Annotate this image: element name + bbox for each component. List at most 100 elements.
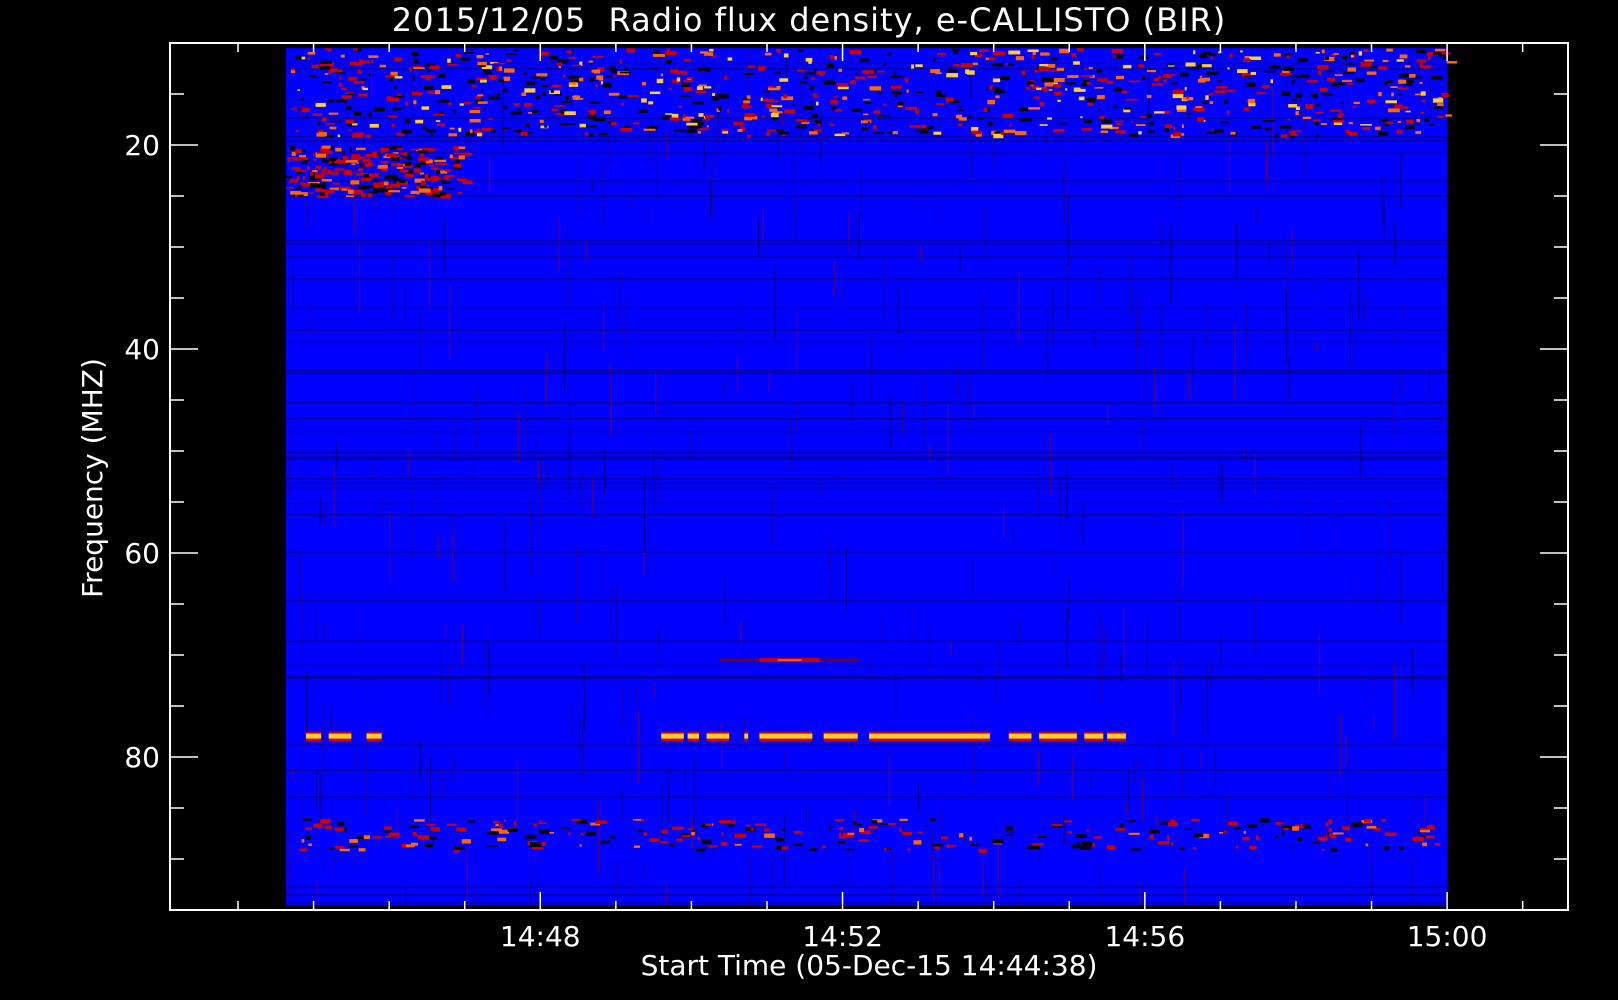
noise-streak — [1038, 846, 1041, 868]
feature-mark — [551, 108, 558, 112]
feature-mark — [394, 95, 405, 98]
noise-streak — [848, 210, 850, 253]
feature-mark — [767, 87, 780, 91]
noise-streak — [658, 629, 660, 643]
feature-mark — [1281, 91, 1291, 96]
feature-mark — [295, 186, 302, 190]
feature-mark — [315, 102, 326, 107]
feature-mark — [461, 839, 471, 844]
feature-mark — [404, 118, 410, 124]
feature-mark — [899, 827, 902, 832]
feature-mark — [799, 80, 808, 84]
feature-mark — [619, 71, 631, 74]
feature-mark — [849, 49, 861, 55]
feature-mark — [428, 164, 435, 167]
noise-streak — [1400, 553, 1402, 626]
feature-mark — [488, 74, 497, 80]
noise-streak — [536, 439, 539, 450]
noise-streak — [1156, 164, 1159, 180]
feature-mark — [1236, 69, 1248, 74]
feature-mark — [929, 818, 936, 821]
feature-mark — [342, 163, 350, 165]
feature-mark — [1312, 841, 1319, 844]
feature-mark — [734, 833, 746, 838]
feature-mark — [368, 55, 379, 58]
noise-streak — [299, 551, 301, 601]
feature-mark — [449, 127, 455, 130]
feature-mark — [878, 114, 890, 117]
feature-mark — [1243, 830, 1247, 834]
feature-mark — [420, 153, 424, 157]
feature-mark — [674, 129, 686, 132]
feature-mark — [1347, 132, 1358, 136]
noise-streak — [1383, 200, 1385, 238]
feature-mark — [345, 160, 358, 163]
feature-mark — [588, 101, 600, 104]
noise-streak — [982, 850, 984, 897]
feature-mark — [1146, 114, 1153, 118]
noise-streak — [684, 769, 686, 791]
feature-mark — [345, 106, 352, 110]
noise-line — [285, 796, 1448, 798]
feature-mark — [525, 80, 536, 86]
feature-mark — [1064, 820, 1072, 823]
feature-mark — [803, 76, 808, 79]
feature-mark — [409, 67, 412, 72]
feature-mark — [351, 163, 356, 165]
feature-mark — [653, 53, 666, 57]
feature-mark — [702, 839, 712, 845]
noise-streak — [1411, 856, 1413, 905]
feature-mark — [606, 81, 609, 85]
feature-mark — [792, 103, 795, 106]
noise-streak — [537, 460, 539, 485]
feature-mark — [1208, 93, 1214, 96]
feature-mark — [1121, 90, 1127, 94]
noise-streak — [942, 806, 944, 875]
carrier-segment-core — [1039, 733, 1077, 739]
feature-mark — [389, 176, 398, 179]
feature-mark — [887, 130, 893, 134]
feature-mark — [686, 122, 698, 126]
feature-mark — [1229, 53, 1233, 58]
feature-mark — [1111, 48, 1123, 53]
feature-mark — [365, 153, 376, 157]
feature-mark — [893, 70, 897, 75]
feature-mark — [285, 175, 292, 179]
feature-mark — [1080, 116, 1083, 119]
noise-streak — [1129, 252, 1132, 316]
feature-mark — [408, 825, 419, 829]
feature-mark — [1399, 846, 1404, 851]
feature-mark — [1337, 82, 1345, 86]
feature-mark — [575, 97, 584, 100]
feature-mark — [690, 118, 702, 122]
noise-streak — [1098, 65, 1100, 113]
feature-mark — [781, 828, 785, 831]
noise-streak — [547, 345, 549, 359]
noise-streak — [959, 248, 961, 272]
feature-mark — [1247, 824, 1258, 829]
feature-mark — [1250, 125, 1262, 129]
noise-streak — [356, 754, 358, 768]
feature-mark — [1326, 77, 1335, 81]
feature-mark — [556, 62, 562, 66]
feature-mark — [706, 125, 709, 128]
noise-streak — [608, 98, 610, 168]
feature-mark — [1115, 828, 1126, 831]
feature-mark — [334, 827, 344, 831]
noise-streak — [1399, 372, 1402, 397]
feature-mark — [1009, 124, 1012, 127]
noise-streak — [860, 164, 863, 220]
noise-streak — [972, 558, 974, 601]
noise-streak — [1285, 291, 1288, 363]
feature-mark — [401, 187, 407, 189]
noise-line — [285, 675, 1448, 678]
feature-mark — [809, 85, 815, 90]
noise-streak — [365, 743, 367, 817]
feature-mark — [805, 57, 813, 62]
noise-streak — [983, 206, 985, 260]
feature-mark — [692, 829, 696, 832]
feature-mark — [985, 57, 989, 60]
noise-line — [285, 478, 1448, 480]
feature-mark — [1387, 833, 1393, 836]
feature-mark — [477, 61, 487, 66]
